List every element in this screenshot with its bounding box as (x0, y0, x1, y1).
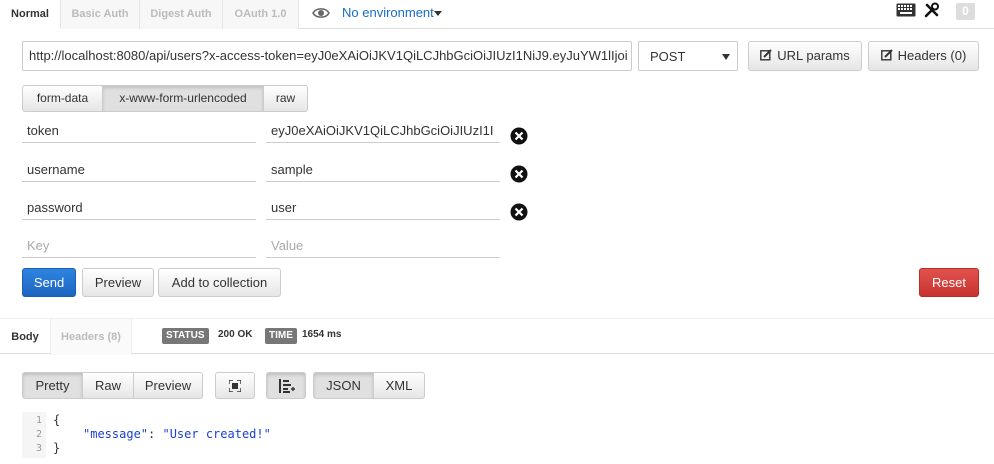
time-label: TIME (265, 328, 297, 344)
preview-button[interactable]: Preview (82, 268, 154, 297)
json-key: "message" (83, 427, 149, 441)
response-bar: Body Headers (8) STATUS 200 OK TIME 1654… (0, 318, 994, 355)
format-json-button[interactable]: JSON (313, 372, 374, 399)
url-params-button[interactable]: URL params (748, 41, 862, 71)
view-pretty-button[interactable]: Pretty (22, 372, 83, 399)
tab-digest-auth[interactable]: Digest Auth (140, 0, 223, 29)
tab-raw[interactable]: raw (263, 85, 308, 112)
headers-button[interactable]: Headers (0) (868, 41, 979, 71)
code-line: "message": "User created!" (83, 427, 271, 441)
tab-response-headers[interactable]: Headers (8) (50, 319, 132, 355)
remove-icon[interactable] (510, 127, 528, 145)
send-button[interactable]: Send (22, 268, 76, 297)
view-raw-button[interactable]: Raw (82, 372, 134, 399)
line-gutter: 1 2 3 (22, 412, 46, 458)
format-xml-button[interactable]: XML (373, 372, 425, 399)
tab-form-data[interactable]: form-data (22, 85, 103, 112)
edit-icon (760, 49, 772, 61)
status-value: 200 OK (218, 329, 253, 340)
chevron-down-icon (722, 54, 730, 60)
tab-normal[interactable]: Normal (0, 0, 61, 29)
line-number: 1 (35, 415, 42, 426)
line-number: 3 (35, 443, 42, 454)
counter-badge: 0 (956, 3, 975, 20)
view-preview-button[interactable]: Preview (133, 372, 203, 399)
json-value: "User created!" (162, 427, 271, 441)
add-to-collection-button[interactable]: Add to collection (158, 268, 281, 297)
method-value: POST (650, 49, 686, 64)
wrench-icon[interactable] (924, 2, 940, 18)
wrap-lines-icon (279, 379, 295, 393)
environment-label: No environment (342, 5, 434, 20)
tab-response-body[interactable]: Body (0, 319, 50, 355)
tab-oauth[interactable]: OAuth 1.0 (223, 0, 299, 29)
fullscreen-icon (229, 380, 241, 392)
code-line: { (53, 413, 61, 427)
time-value: 1654 ms (302, 329, 342, 340)
auth-tab-bar: Normal Basic Auth Digest Auth OAuth 1.0 … (0, 0, 994, 29)
url-input[interactable]: http://localhost:8080/api/users?x-access… (22, 41, 632, 71)
url-params-label: URL params (777, 48, 850, 63)
param-value[interactable]: eyJ0eXAiOiJKV1QiLCJhbGciOiJIUzI1I (266, 121, 500, 143)
method-select[interactable]: POST (638, 41, 738, 71)
reset-button[interactable]: Reset (919, 268, 979, 297)
new-value-input[interactable]: Value (266, 236, 500, 258)
param-key[interactable]: username (22, 160, 256, 182)
param-value[interactable]: sample (266, 160, 500, 182)
json-separator: : (148, 427, 163, 441)
param-value[interactable]: user (266, 198, 500, 220)
remove-icon[interactable] (510, 203, 528, 221)
param-key[interactable]: password (22, 198, 256, 220)
remove-icon[interactable] (510, 165, 528, 183)
fullscreen-button[interactable] (215, 372, 255, 399)
headers-label: Headers (0) (897, 48, 967, 63)
new-key-input[interactable]: Key (22, 236, 256, 258)
chevron-down-icon (434, 11, 442, 16)
tab-basic-auth[interactable]: Basic Auth (61, 0, 140, 29)
code-line: } (53, 441, 61, 455)
param-key[interactable]: token (22, 121, 256, 143)
edit-icon (880, 49, 893, 61)
eye-icon (312, 8, 330, 18)
status-label: STATUS (162, 328, 209, 344)
wrap-toggle-button[interactable] (266, 372, 306, 399)
line-number: 2 (35, 429, 42, 440)
keyboard-icon[interactable] (896, 3, 916, 17)
tab-urlencoded[interactable]: x-www-form-urlencoded (102, 85, 264, 112)
